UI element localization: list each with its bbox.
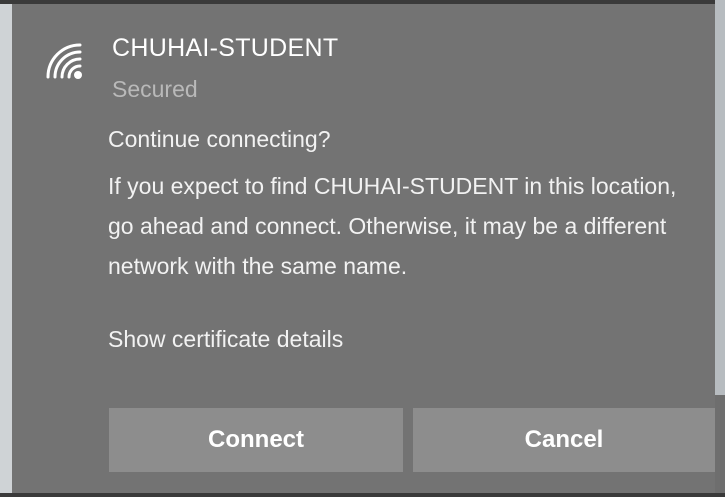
- wifi-flyout-window: CHUHAI-STUDENT Secured Continue connecti…: [0, 0, 725, 497]
- window-bottom-edge: [0, 493, 725, 497]
- continue-prompt: Continue connecting?: [108, 126, 331, 152]
- window-right-edge: [715, 0, 725, 395]
- wifi-secured-icon: [46, 43, 82, 79]
- show-certificate-details-link[interactable]: Show certificate details: [108, 326, 343, 353]
- window-left-edge: [0, 0, 12, 497]
- network-name: CHUHAI-STUDENT: [112, 34, 339, 62]
- connect-button[interactable]: Connect: [109, 408, 403, 472]
- cancel-button[interactable]: Cancel: [413, 408, 715, 472]
- network-security-status: Secured: [112, 76, 198, 102]
- network-warning-message: If you expect to find CHUHAI-STUDENT in …: [108, 173, 677, 279]
